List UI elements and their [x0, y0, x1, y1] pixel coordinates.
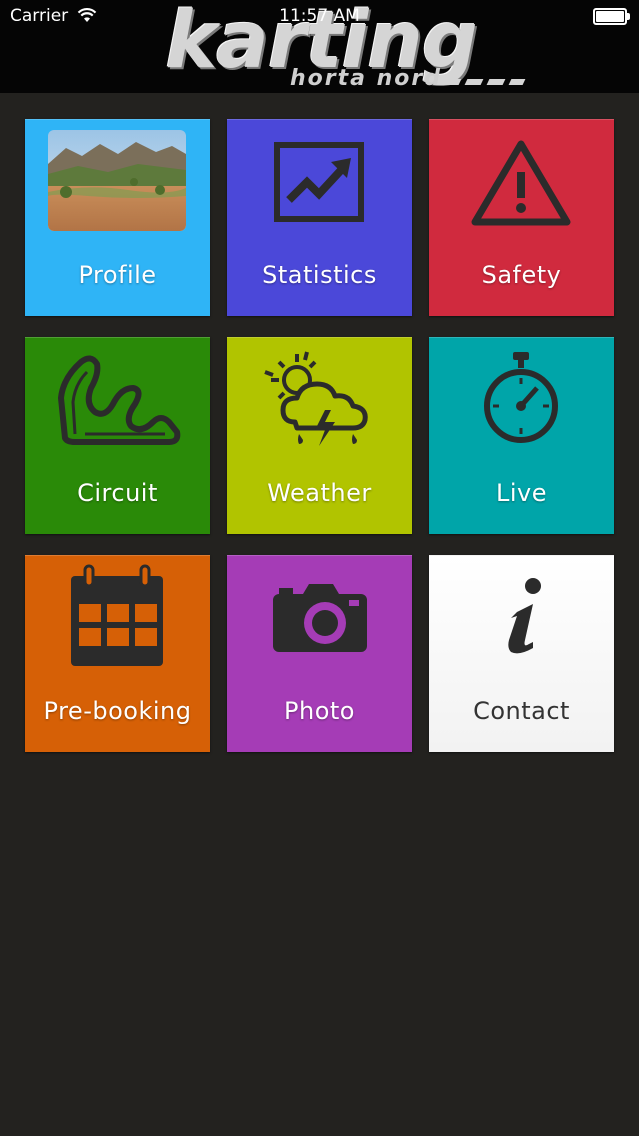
status-bar: Carrier 11:57 AM — [0, 0, 639, 34]
tile-label-statistics: Statistics — [262, 261, 377, 289]
tile-photo[interactable]: Photo — [227, 555, 412, 752]
tile-label-live: Live — [495, 479, 547, 507]
tile-label-weather: Weather — [267, 479, 372, 507]
logo-stripe — [436, 79, 462, 85]
tile-profile[interactable]: Profile — [25, 119, 210, 316]
tile-safety[interactable]: Safety — [429, 119, 614, 316]
app-header: Carrier 11:57 AM karting horta nord — [0, 0, 639, 93]
race-track-icon — [58, 355, 181, 445]
statistics-chart-icon — [274, 142, 364, 222]
logo-stripe — [486, 79, 506, 85]
logo-stripe — [508, 79, 526, 85]
logo-subtitle: horta nord — [290, 66, 443, 91]
tile-label-circuit: Circuit — [77, 479, 158, 507]
tile-contact[interactable]: Contact — [429, 555, 614, 752]
camera-icon — [273, 584, 367, 652]
tile-label-contact: Contact — [473, 697, 570, 725]
info-icon — [508, 578, 541, 654]
tile-label-photo: Photo — [284, 697, 355, 725]
stopwatch-icon — [484, 352, 558, 443]
tile-live[interactable]: Live — [429, 337, 614, 534]
battery-icon — [593, 8, 630, 25]
tile-statistics[interactable]: Statistics — [227, 119, 412, 316]
tile-label-profile: Profile — [78, 261, 157, 289]
profile-photo — [48, 130, 186, 231]
tile-label-pre-booking: Pre-booking — [43, 697, 192, 725]
logo-stripe — [464, 79, 484, 85]
tile-circuit[interactable]: Circuit — [25, 337, 210, 534]
weather-storm-icon — [264, 351, 368, 446]
clock: 11:57 AM — [279, 6, 360, 26]
warning-triangle-icon — [471, 140, 571, 226]
tile-weather[interactable]: Weather — [227, 337, 412, 534]
calendar-icon — [71, 564, 163, 666]
tile-label-safety: Safety — [481, 261, 562, 289]
tile-pre-booking[interactable]: Pre-booking — [25, 555, 210, 752]
